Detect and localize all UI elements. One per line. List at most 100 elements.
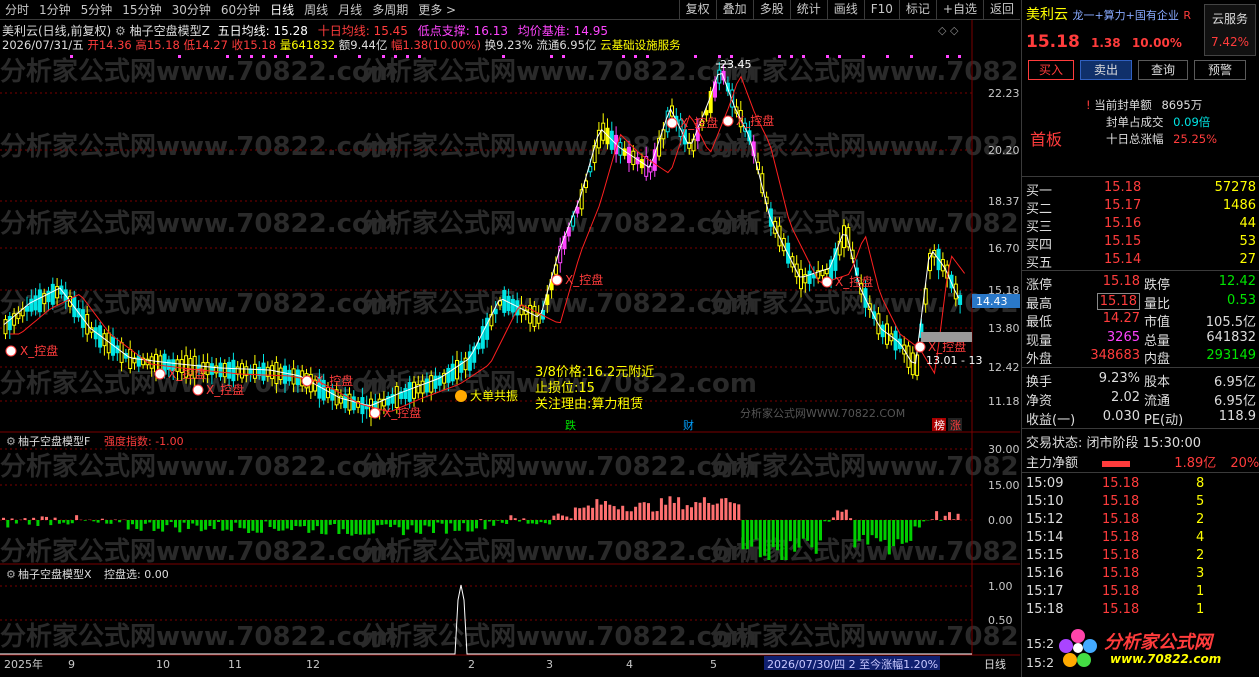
signal-dot [70,55,73,58]
alert-button[interactable]: 预警 [1194,60,1246,80]
signal-dot [406,55,409,58]
bid-row[interactable]: 买五 15.14 27 [1026,252,1256,271]
bid-row[interactable]: 买二 15.17 1486 [1026,198,1256,217]
histogram-bar [100,518,104,520]
note-price: 3/8价格:16.2元附近 [535,364,654,380]
separator [1022,367,1259,368]
histogram-bar [509,515,513,520]
event-marker-die[interactable]: 跌 [565,418,576,432]
histogram-bar [806,520,810,541]
histogram-bar [784,520,788,560]
histogram-bar [496,520,500,521]
tick-price: 15.18 [1102,494,1140,509]
fund-value: 118.9 [1218,409,1256,424]
seal-amount-label: 当前封单额 [1094,98,1152,112]
kline-chart[interactable]: 分析家公式网www.70822.com 分析家公式网www.70822.com … [0,0,1020,677]
signal-dot [958,55,961,58]
histogram-bar [186,520,190,529]
histogram-bar [698,502,702,520]
candle-body [205,362,210,376]
histogram-bar [174,520,177,528]
event-marker-cai[interactable]: 财 [683,418,694,432]
tick-price: 15.18 [1102,530,1140,545]
price-tick: 12.42 [988,361,1020,374]
candle-body [958,295,963,305]
timeline-label: 12 [306,658,320,671]
panel2-tick: 30.00 [988,443,1020,456]
histogram-bar [677,497,681,520]
histogram-bar [758,520,762,558]
price-tick: 16.70 [988,242,1020,255]
candle-body [283,365,287,384]
flower-logo-icon [1059,629,1097,667]
histogram-bar [131,520,134,525]
kp-label: X_控盘 [168,366,206,381]
timeline-label: 9 [68,658,75,671]
sell-button[interactable]: 卖出 [1080,60,1132,80]
histogram-bar [96,520,100,523]
histogram-bar [272,520,276,529]
histogram-bar [539,520,543,523]
trade-state: 交易状态: 闭市阶段 15:30:00 [1026,436,1202,451]
histogram-bar [647,503,650,520]
seal-ratio-label: 封单占成交 [1106,115,1164,129]
watermark: 分析家公式网www.70822.com [710,621,1020,652]
signal-dot [790,55,793,58]
histogram-bar [823,520,827,522]
histogram-bar [702,497,706,520]
histogram-bar [358,520,362,535]
histogram-bar [45,516,48,520]
histogram-bar [191,520,195,524]
histogram-bar [62,520,66,523]
histogram-bar [487,520,491,522]
histogram-bar [681,509,685,520]
candle-body [209,363,214,375]
histogram-bar [737,504,741,520]
timeline-label: 5 [710,658,717,671]
note-stop: 止损位:15 [535,381,595,396]
histogram-bar [685,505,689,520]
stat-row: 现量 3265 总量 641832 [1026,330,1256,349]
bid-row[interactable]: 买四 15.15 53 [1026,234,1256,253]
bang-label: 榜 [934,418,945,432]
bid-volume: 27 [1239,252,1256,267]
histogram-bar [909,520,913,541]
histogram-bar [629,511,633,520]
candle-body [240,363,244,379]
histogram-bar [23,518,27,520]
separator [1022,176,1259,177]
histogram-bar [526,520,530,524]
signal-dot [802,55,805,58]
tick-row: 15:14 15.18 4 [1026,530,1256,548]
histogram-bar [651,511,655,520]
buy-button[interactable]: 买入 [1028,60,1074,80]
histogram-bar [750,520,754,547]
query-button[interactable]: 查询 [1138,60,1188,80]
histogram-bar [616,509,620,520]
histogram-bar [887,520,891,555]
fund-value: 6.95亿 [1214,394,1256,409]
tick-time: 15:15 [1026,548,1064,563]
histogram-bar [548,520,552,525]
bid-row[interactable]: 买三 15.16 44 [1026,216,1256,235]
watermark: 分析家公式网www.70822.com [710,451,1020,482]
histogram-bar [92,520,96,522]
stat-value: 0.53 [1227,292,1256,308]
panel2-gear-icon[interactable]: ⚙ [6,435,16,448]
fund-label: 净资 [1026,394,1053,409]
histogram-bar [449,520,453,524]
fund-value: 2.02 [1111,390,1140,405]
panel3-gear-icon[interactable]: ⚙ [6,568,16,581]
histogram-bar [470,520,474,532]
candle-body [274,361,279,385]
fund-label: 收益(一) [1026,413,1076,428]
signal-dot [250,55,253,58]
bid-row[interactable]: 买一 15.18 57278 [1026,180,1256,199]
histogram-bar [668,496,672,520]
period-label[interactable]: 日线 [984,657,1006,671]
histogram-bar [788,520,792,542]
stat-label: 总量 [1144,333,1171,349]
histogram-bar [419,520,423,534]
fund-label: 换手 [1026,375,1053,390]
tick-row: 15:12 15.18 2 [1026,512,1256,530]
